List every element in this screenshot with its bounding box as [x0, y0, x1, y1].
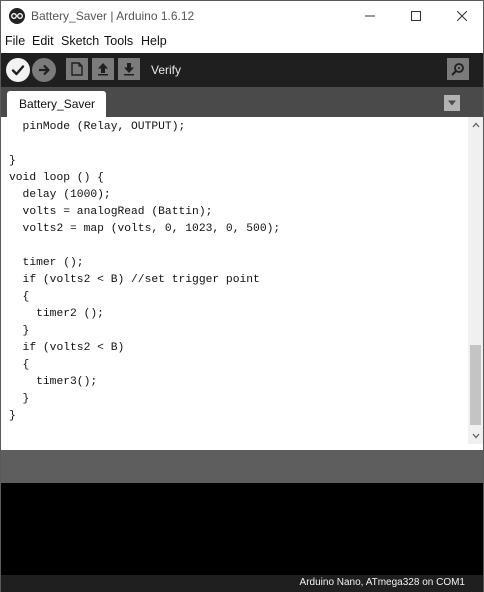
code-line: }: [9, 410, 16, 422]
save-icon: [124, 63, 134, 76]
arduino-logo-icon: [9, 8, 25, 24]
minimize-icon: [365, 15, 375, 17]
window-title: Battery_Saver | Arduino 1.6.12: [31, 9, 195, 23]
chevron-down-icon: [448, 100, 456, 106]
editor-vertical-scrollbar[interactable]: [468, 117, 483, 444]
menu-tools[interactable]: Tools: [104, 34, 133, 48]
chevron-down-icon: [472, 433, 479, 439]
code-line: timer2 ();: [9, 308, 104, 320]
menu-file[interactable]: File: [5, 34, 25, 48]
close-button[interactable]: [439, 1, 484, 31]
open-button[interactable]: [92, 58, 114, 80]
code-line: }: [9, 393, 30, 405]
menu-bar: File Edit Sketch Tools Help: [1, 31, 483, 53]
scroll-down-button[interactable]: [468, 428, 483, 444]
code-line: if (volts2 < B): [9, 342, 125, 354]
code-line: }: [9, 155, 16, 167]
menu-edit[interactable]: Edit: [32, 34, 54, 48]
board-port-status: Arduino Nano, ATmega328 on COM1: [299, 577, 465, 588]
new-icon: [71, 62, 83, 76]
message-area: [1, 450, 483, 483]
tab-label: Battery_Saver: [19, 97, 96, 111]
code-line: pinMode (Relay, OUTPUT);: [9, 121, 186, 133]
code-line: delay (1000);: [9, 189, 111, 201]
code-line: timer3();: [9, 376, 98, 388]
code-line: void loop () {: [9, 172, 104, 184]
new-button[interactable]: [66, 58, 88, 80]
toolbar: Verify: [1, 53, 483, 87]
title-bar: Battery_Saver | Arduino 1.6.12: [1, 1, 483, 31]
code-line: volts2 = map (volts, 0, 1023, 0, 500);: [9, 223, 281, 235]
console-output: [1, 483, 483, 575]
save-button[interactable]: [118, 58, 140, 80]
scroll-up-button[interactable]: [468, 117, 483, 133]
serial-monitor-icon: [451, 63, 464, 76]
code-line: if (volts2 < B) //set trigger point: [9, 274, 260, 286]
maximize-icon: [411, 11, 421, 21]
status-bar: Arduino Nano, ATmega328 on COM1: [1, 575, 483, 592]
toolbar-hover-label: Verify: [151, 63, 182, 77]
open-icon: [98, 63, 108, 76]
tab-battery-saver[interactable]: Battery_Saver: [7, 91, 106, 117]
arduino-ide-window: Battery_Saver | Arduino 1.6.12 File Edit…: [0, 0, 484, 592]
tab-menu-button[interactable]: [444, 95, 460, 111]
code-line: {: [9, 291, 30, 303]
chevron-up-icon: [472, 122, 479, 128]
upload-button[interactable]: [32, 58, 56, 82]
upload-icon: [39, 64, 50, 76]
verify-button[interactable]: [6, 58, 30, 82]
close-icon: [457, 11, 467, 21]
menu-help[interactable]: Help: [141, 34, 167, 48]
code-line: timer ();: [9, 257, 84, 269]
minimize-button[interactable]: [347, 1, 393, 31]
code-line: volts = analogRead (Battin);: [9, 206, 213, 218]
maximize-button[interactable]: [393, 1, 439, 31]
code-line: {: [9, 359, 30, 371]
menu-sketch[interactable]: Sketch: [61, 34, 99, 48]
code-editor[interactable]: pinMode (Relay, OUTPUT); } void loop () …: [1, 117, 468, 444]
verify-icon: [11, 65, 25, 76]
sketch-tab-bar: Battery_Saver: [1, 87, 483, 117]
code-line: }: [9, 325, 30, 337]
serial-monitor-button[interactable]: [447, 58, 469, 80]
scroll-thumb[interactable]: [470, 345, 481, 425]
